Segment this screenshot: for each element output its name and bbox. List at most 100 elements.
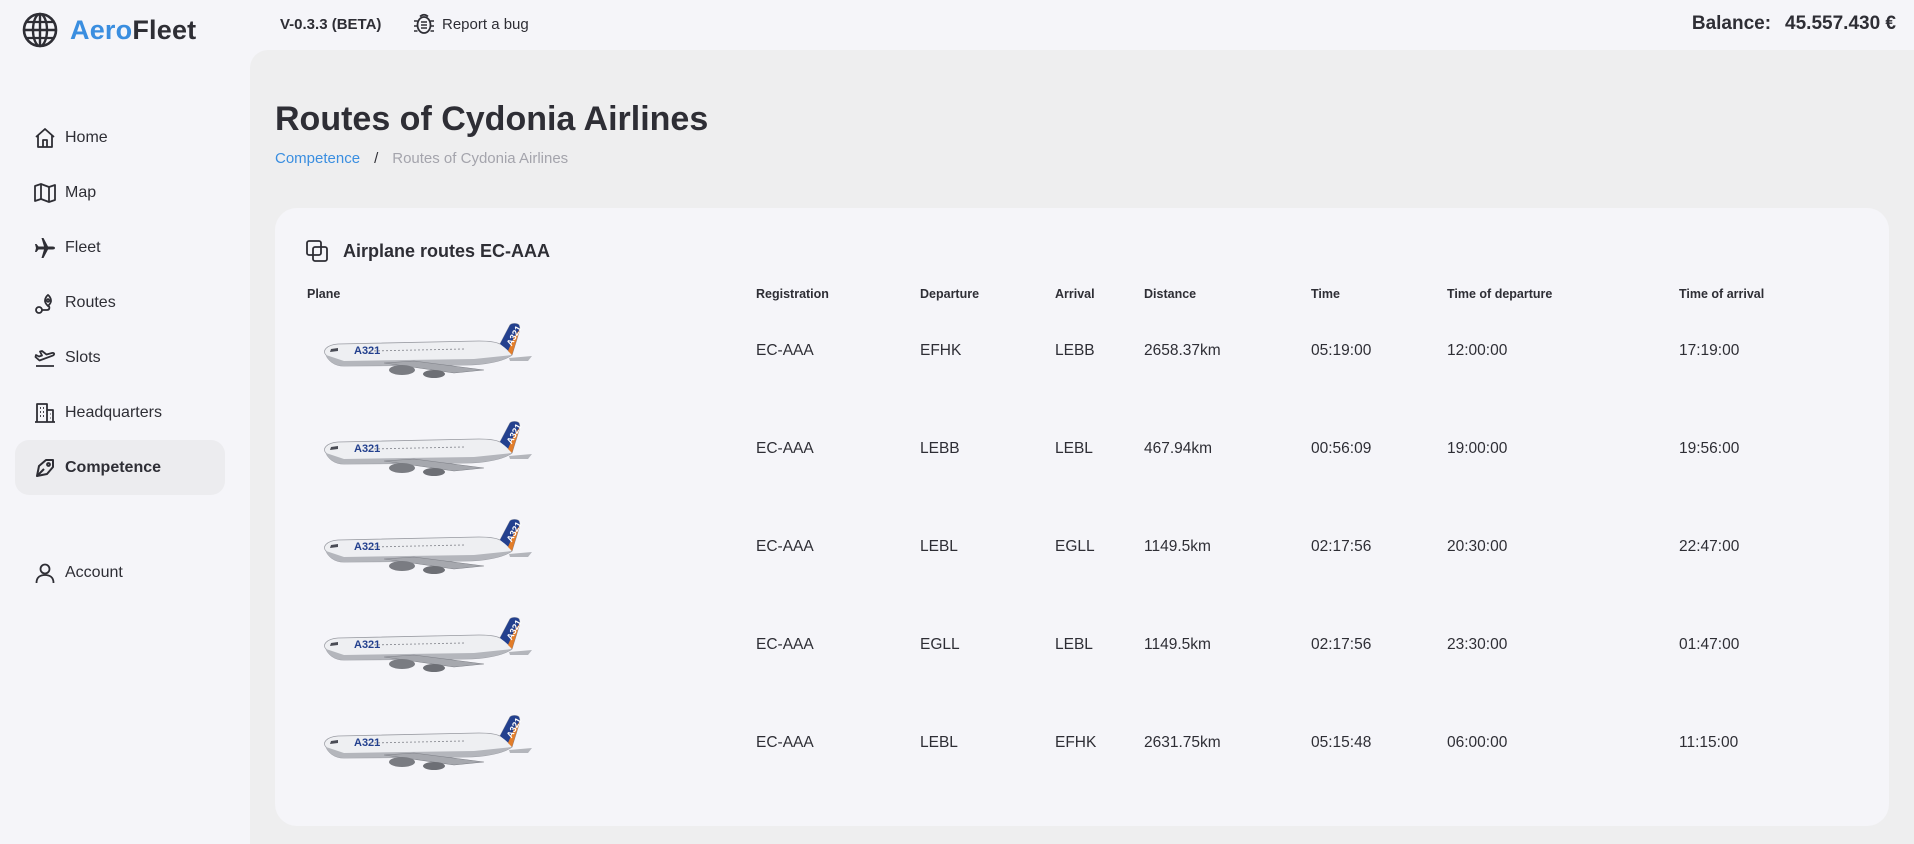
departure-cell: LEBL <box>920 538 958 555</box>
time-of-departure-cell: 19:00:00 <box>1447 440 1508 457</box>
column-header-time: Time <box>1311 287 1340 301</box>
time-of-departure-cell: 20:30:00 <box>1447 538 1508 555</box>
svg-text:A321: A321 <box>354 443 380 455</box>
sidebar-item-label: Account <box>65 563 123 581</box>
departure-cell: EGLL <box>920 636 960 653</box>
plane-image: A321 A321 <box>324 617 532 672</box>
column-header-registration: Registration <box>756 287 829 301</box>
table-header-row: Plane Registration Departure Arrival Dis… <box>307 286 1859 302</box>
sidebar-item-fleet[interactable]: Fleet <box>15 220 225 275</box>
plane-image: A321 A321 <box>324 519 532 574</box>
bug-icon <box>414 13 434 34</box>
user-icon <box>35 563 55 583</box>
plane-cell: A321 A321 <box>307 302 756 400</box>
report-bug-label: Report a bug <box>442 15 529 33</box>
column-header-time-of-departure: Time of departure <box>1447 287 1553 301</box>
svg-text:A321: A321 <box>505 716 524 740</box>
breadcrumb-current: Routes of Cydonia Airlines <box>392 150 569 167</box>
competence-icon <box>36 458 54 477</box>
time-of-departure-cell: 12:00:00 <box>1447 342 1508 359</box>
plane-cell: A321 A321 <box>307 596 756 694</box>
departure-icon <box>34 349 56 367</box>
sidebar-item-label: Slots <box>65 348 101 366</box>
column-header-time-of-arrival: Time of arrival <box>1679 287 1765 301</box>
balance: Balance: 45.557.430 € <box>1692 13 1896 35</box>
table-row: A321 A321 EC-AAA LEBB LEBL 467.94km 00:56:09 19… <box>307 400 1859 498</box>
svg-text:A321: A321 <box>505 422 524 446</box>
registration-cell: EC-AAA <box>756 440 814 457</box>
plane-image: A321 A321 <box>324 323 532 378</box>
table-row: A321 A321 EC-AAA LEBL EGLL 1149.5km 02:17:56 20… <box>307 498 1859 596</box>
sidebar-item-slots[interactable]: Slots <box>15 330 225 385</box>
registration-cell: EC-AAA <box>756 342 814 359</box>
breadcrumb: Competence / Routes of Cydonia Airlines <box>275 150 568 167</box>
svg-text:A321: A321 <box>505 618 524 642</box>
svg-text:A321: A321 <box>354 541 380 553</box>
plane-cell: A321 A321 <box>307 694 756 792</box>
column-header-distance: Distance <box>1144 287 1197 301</box>
plane-image: A321 A321 <box>324 421 532 476</box>
distance-cell: 2631.75km <box>1144 734 1221 751</box>
svg-text:A321: A321 <box>354 737 380 749</box>
departure-cell: LEBL <box>920 734 958 751</box>
distance-cell: 467.94km <box>1144 440 1213 457</box>
report-bug-button[interactable]: Report a bug <box>412 11 529 37</box>
svg-text:A321: A321 <box>505 520 524 544</box>
time-of-arrival-cell: 01:47:00 <box>1679 636 1740 653</box>
column-header-arrival: Arrival <box>1055 287 1095 301</box>
time-of-arrival-cell: 22:47:00 <box>1679 538 1740 555</box>
plane-cell: A321 A321 <box>307 498 756 596</box>
routes-table: Plane Registration Departure Arrival Dis… <box>307 286 1859 792</box>
building-icon <box>35 402 55 423</box>
card-title: Airplane routes EC-AAA <box>343 240 551 261</box>
card-header: Airplane routes EC-AAA <box>305 238 550 264</box>
svg-text:A321: A321 <box>505 324 524 348</box>
table-row: A321 A321 EC-AAA LEBL EFHK 2631.75km 05:15:48 0… <box>307 694 1859 792</box>
registration-cell: EC-AAA <box>756 538 814 555</box>
table-row: A321 A321 EC-AAA EFHK LEBB 2658.37km 05:19:00 1… <box>307 302 1859 400</box>
sidebar-item-competence[interactable]: Competence <box>15 440 225 495</box>
plane-cell: A321 A321 <box>307 400 756 498</box>
breadcrumb-link-competence[interactable]: Competence <box>275 150 360 167</box>
top-bar: AeroFleet V-0.3.3 (BETA) Report a bug Ba… <box>0 0 1914 50</box>
sidebar-item-account[interactable]: Account <box>15 545 225 600</box>
svg-text:A321: A321 <box>354 639 380 651</box>
distance-cell: 2658.37km <box>1144 342 1221 359</box>
copy-icon <box>306 240 328 262</box>
plane-image: A321 A321 <box>324 715 532 770</box>
logo[interactable]: AeroFleet <box>22 12 196 48</box>
column-header-departure: Departure <box>920 287 980 301</box>
map-icon <box>34 182 56 203</box>
routes-card: Airplane routes EC-AAA Plane Registratio… <box>275 208 1889 826</box>
logo-text-aero: Aero <box>70 14 133 45</box>
plane-icon <box>35 237 55 258</box>
arrival-cell: LEBL <box>1055 636 1093 653</box>
time-cell: 00:56:09 <box>1311 440 1372 457</box>
time-of-arrival-cell: 17:19:00 <box>1679 342 1740 359</box>
time-cell: 05:19:00 <box>1311 342 1372 359</box>
registration-cell: EC-AAA <box>756 734 814 751</box>
sidebar-item-map[interactable]: Map <box>15 165 225 220</box>
balance-value: 45.557.430 € <box>1785 13 1896 34</box>
distance-cell: 1149.5km <box>1144 538 1211 555</box>
logo-text-fleet: Fleet <box>132 14 197 45</box>
page-title: Routes of Cydonia Airlines <box>275 100 709 138</box>
sidebar-item-routes[interactable]: Routes <box>15 275 225 330</box>
time-of-departure-cell: 23:30:00 <box>1447 636 1508 653</box>
time-cell: 05:15:48 <box>1311 734 1372 751</box>
sidebar-item-home[interactable]: Home <box>15 110 225 165</box>
arrival-cell: LEBB <box>1055 342 1095 359</box>
departure-cell: LEBB <box>920 440 960 457</box>
time-of-arrival-cell: 11:15:00 <box>1679 734 1739 751</box>
version-label: V-0.3.3 (BETA) <box>280 16 382 33</box>
departure-cell: EFHK <box>920 342 962 359</box>
sidebar-item-label: Headquarters <box>65 403 162 421</box>
main-content: Routes of Cydonia Airlines Competence / … <box>250 50 1914 844</box>
table-body: A321 A321 EC-AAA EFHK LEBB 2658.37km 05:19:00 1… <box>307 302 1859 792</box>
sidebar-item-label: Competence <box>65 458 162 476</box>
sidebar-item-headquarters[interactable]: Headquarters <box>15 385 225 440</box>
time-cell: 02:17:56 <box>1311 538 1372 555</box>
column-header-plane: Plane <box>307 287 341 301</box>
svg-text:A321: A321 <box>354 345 380 357</box>
registration-cell: EC-AAA <box>756 636 814 653</box>
